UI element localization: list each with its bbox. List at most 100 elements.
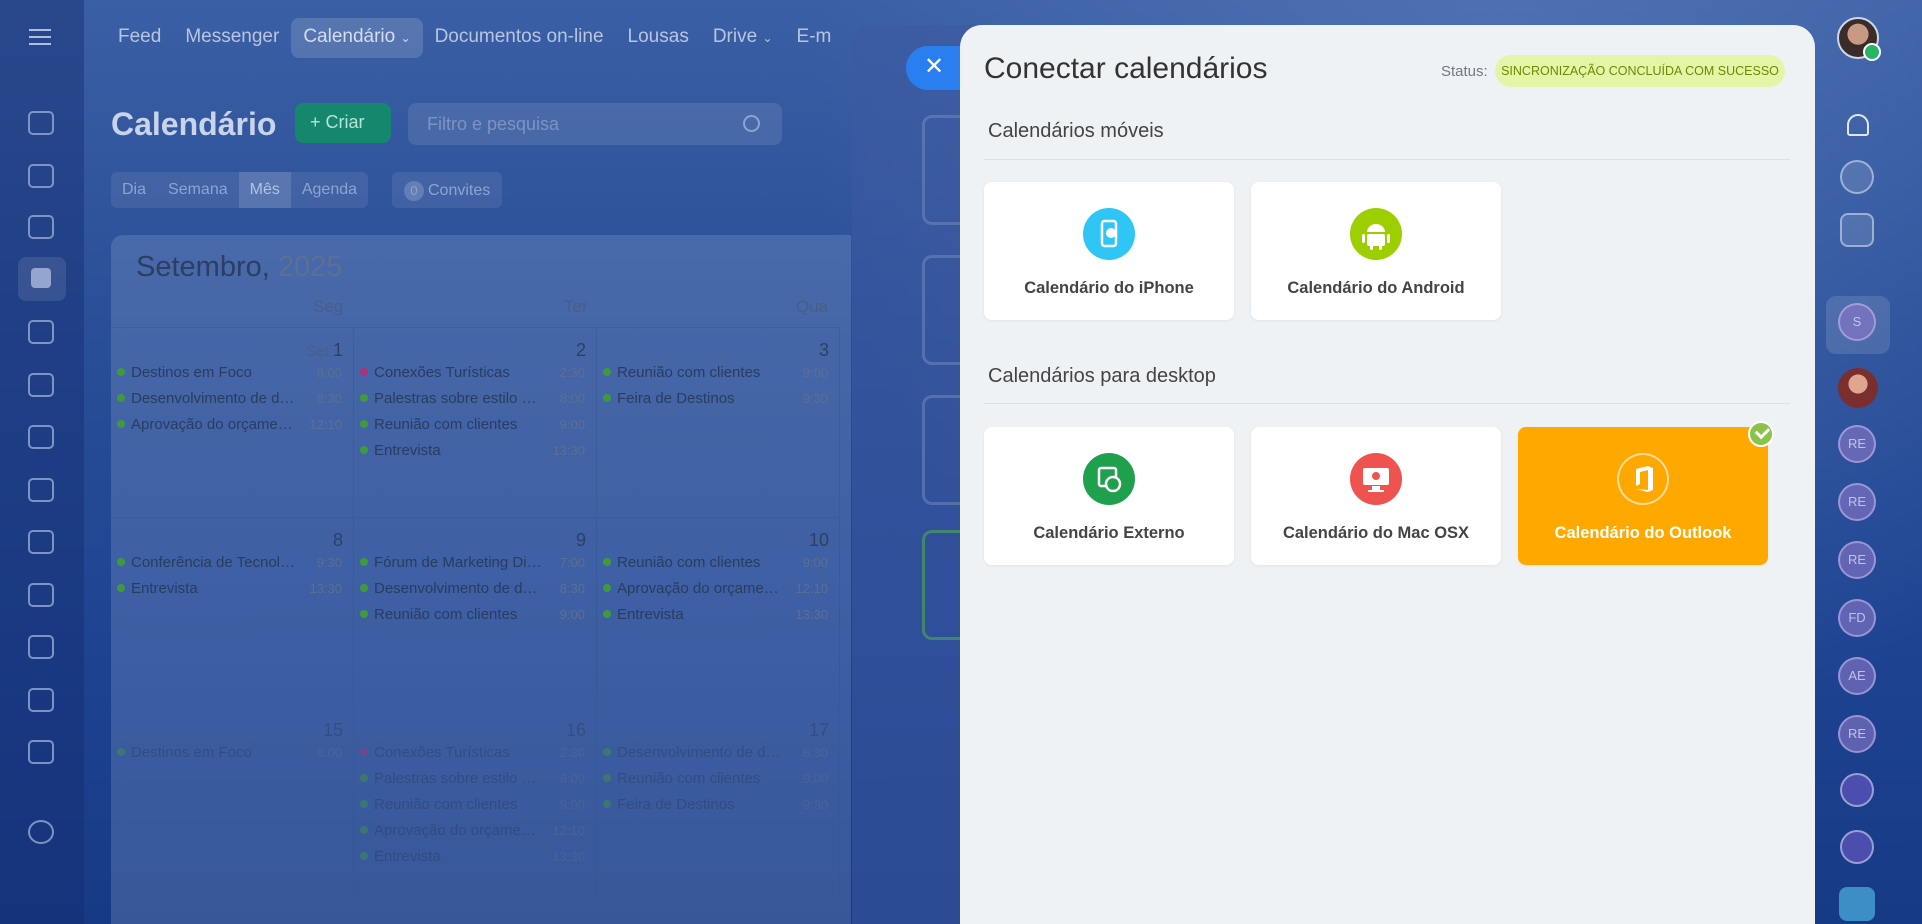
calendar-event[interactable]: Destinos em Foco 8:00 [117,364,342,381]
chat-avatar[interactable]: RE [1838,483,1876,521]
nav-boards[interactable]: Lousas [616,18,701,58]
calendar-event[interactable]: Desenvolvimento de doc... 8:30 [603,744,828,761]
calendar-event[interactable]: Fórum de Marketing Digi... 7:00 [360,554,585,571]
day-cell[interactable]: 9 Fórum de Marketing Digi... 7:00 Desenvolv… [354,517,597,707]
file-icon[interactable] [28,320,54,344]
calendar-event[interactable]: Aprovação do orçament... 12:10 [603,580,828,597]
documents-icon[interactable] [28,215,54,239]
nav-documents[interactable]: Documentos on-line [423,18,616,58]
user-avatar[interactable] [1837,17,1881,61]
nav-feed[interactable]: Feed [106,18,173,58]
settings-icon[interactable] [28,820,54,844]
day-cell[interactable]: 3 Reunião com clientes 9:00 Feira de Destin… [597,327,840,517]
funnel-icon[interactable] [28,583,54,607]
mac-calendar-card[interactable]: Calendário do Mac OSX [1251,427,1501,565]
contacts-icon[interactable] [28,478,54,502]
view-month[interactable]: Mês [238,172,291,208]
calendar-icon[interactable] [18,257,66,301]
nav-calendar[interactable]: Calendário ⌄ [291,18,423,58]
calendar-event[interactable]: Reunião com clientes 9:00 [360,416,585,433]
day-number: 8 [333,530,343,551]
calendar-event[interactable]: Aprovação do orçament... 12:10 [360,822,585,839]
day-cell[interactable]: 2 Conexões Turísticas 2:30 Palestras sobre … [354,327,597,517]
view-week[interactable]: Semana [157,172,239,208]
mail-icon[interactable] [28,425,54,449]
iphone-calendar-card[interactable]: Calendário do iPhone [984,182,1234,320]
event-name: Aprovação do orçament... [374,822,544,839]
calendar-event[interactable]: Desenvolvimento de doc... 8:30 [117,390,342,407]
drive-icon[interactable] [28,373,54,397]
day-cell[interactable]: 16 Conexões Turísticas 2:30 Palestras sobre… [354,707,597,897]
sync-icon[interactable] [1840,213,1874,247]
calendar-event[interactable]: Reunião com clientes 9:00 [603,770,828,787]
cart-icon[interactable] [28,688,54,712]
outlook-calendar-card[interactable]: Calendário do Outlook [1518,421,1774,565]
calendar-event[interactable]: Reunião com clientes 9:00 [603,364,828,381]
chat-avatar[interactable]: RE [1838,541,1876,579]
mobile-section-title: Calendários móveis [988,120,1164,142]
chat-icon[interactable] [28,164,54,188]
sync-calendar-icon [1083,453,1135,505]
stream-icon[interactable] [28,111,54,135]
calendar-event[interactable]: Entrevista 13:30 [117,580,342,597]
tasks-icon[interactable] [28,530,54,554]
menu-icon[interactable] [29,29,51,45]
copilot-icon[interactable] [1840,773,1874,807]
calendar-event[interactable]: Destinos em Foco 8:00 [117,744,342,761]
view-agenda[interactable]: Agenda [291,172,368,208]
event-time: 9:30 [316,555,342,570]
contact-avatar[interactable] [1838,368,1878,408]
invites-label: Convites [428,182,491,199]
calendar-event[interactable]: Conferência de Tecnologi... 9:30 [117,554,342,571]
day-cell[interactable]: 17 Desenvolvimento de doc... 8:30 Reunião c… [597,707,840,897]
nav-email[interactable]: E-m [785,18,844,58]
calendar-event[interactable]: Entrevista 13:30 [360,442,585,459]
calendar-event[interactable]: Conexões Turísticas 2:30 [360,744,585,761]
chat-avatar[interactable]: RE [1838,715,1876,753]
calendar-event[interactable]: Palestras sobre estilo de ... 8:00 [360,390,585,407]
event-time: 8:30 [802,745,828,760]
nav-drive[interactable]: Drive ⌄ [701,18,785,58]
calendar-event[interactable]: Reunião com clientes 9:00 [360,796,585,813]
android-calendar-card[interactable]: Calendário do Android [1251,182,1501,320]
calendar-event[interactable]: Reunião com clientes 9:00 [360,606,585,623]
invites-count: 0 [404,181,424,201]
task-icon[interactable] [1839,887,1875,921]
close-button[interactable]: ✕ [906,46,962,90]
event-time: 8:00 [559,391,585,406]
external-calendar-card[interactable]: Calendário Externo [984,427,1234,565]
day-cell[interactable]: 10 Reunião com clientes 9:00 Aprovação do o… [597,517,840,707]
calendar-event[interactable]: Feira de Destinos 9:30 [603,390,828,407]
month-grid: Setembro, 2025 Seg Ter Qua Set 1 Destinos … [111,235,851,924]
notifications-icon[interactable] [1847,114,1869,136]
card-label: Calendário Externo [1033,524,1185,542]
calendar-event[interactable]: Feira de Destinos 9:30 [603,796,828,813]
event-name: Reunião com clientes [374,606,518,623]
sites-icon[interactable] [28,740,54,764]
calendar-event[interactable]: Reunião com clientes 9:00 [603,554,828,571]
chat-avatar[interactable]: RE [1838,425,1876,463]
search-icon[interactable] [743,115,760,132]
day-cell[interactable]: 8 Conferência de Tecnologi... 9:30 Entrevis… [111,517,354,707]
view-day[interactable]: Dia [111,172,157,208]
nav-messenger[interactable]: Messenger [173,18,291,58]
calendar-event[interactable]: Conexões Turísticas 2:30 [360,364,585,381]
chat-avatar[interactable]: FD [1838,599,1876,637]
create-button[interactable]: + Criar [295,103,391,143]
desktop-section-title: Calendários para desktop [988,365,1216,387]
chat-avatar[interactable]: AE [1838,657,1876,695]
chat-avatar[interactable]: S [1838,303,1876,341]
calendar-event[interactable]: Desenvolvimento de doc... 8:30 [360,580,585,597]
calendar-event[interactable]: Aprovação do orçament... 12:10 [117,416,342,433]
calendar-event[interactable]: Entrevista 13:30 [603,606,828,623]
copilot-icon[interactable] [1840,830,1874,864]
calendar-event[interactable]: Palestras sobre estilo de ... 8:00 [360,770,585,787]
target-icon[interactable] [28,635,54,659]
target-icon[interactable] [1840,160,1874,194]
calendar-event[interactable]: Entrevista 13:30 [360,848,585,865]
day-cell[interactable]: 15 Destinos em Foco 8:00 [111,707,354,897]
day-cell[interactable]: Set 1 Destinos em Foco 8:00 Desenvolvimento … [111,327,354,517]
search-input[interactable]: Filtro e pesquisa [408,103,782,145]
invites-button[interactable]: 0 Convites [392,172,503,208]
create-button-label: Criar [325,112,365,132]
